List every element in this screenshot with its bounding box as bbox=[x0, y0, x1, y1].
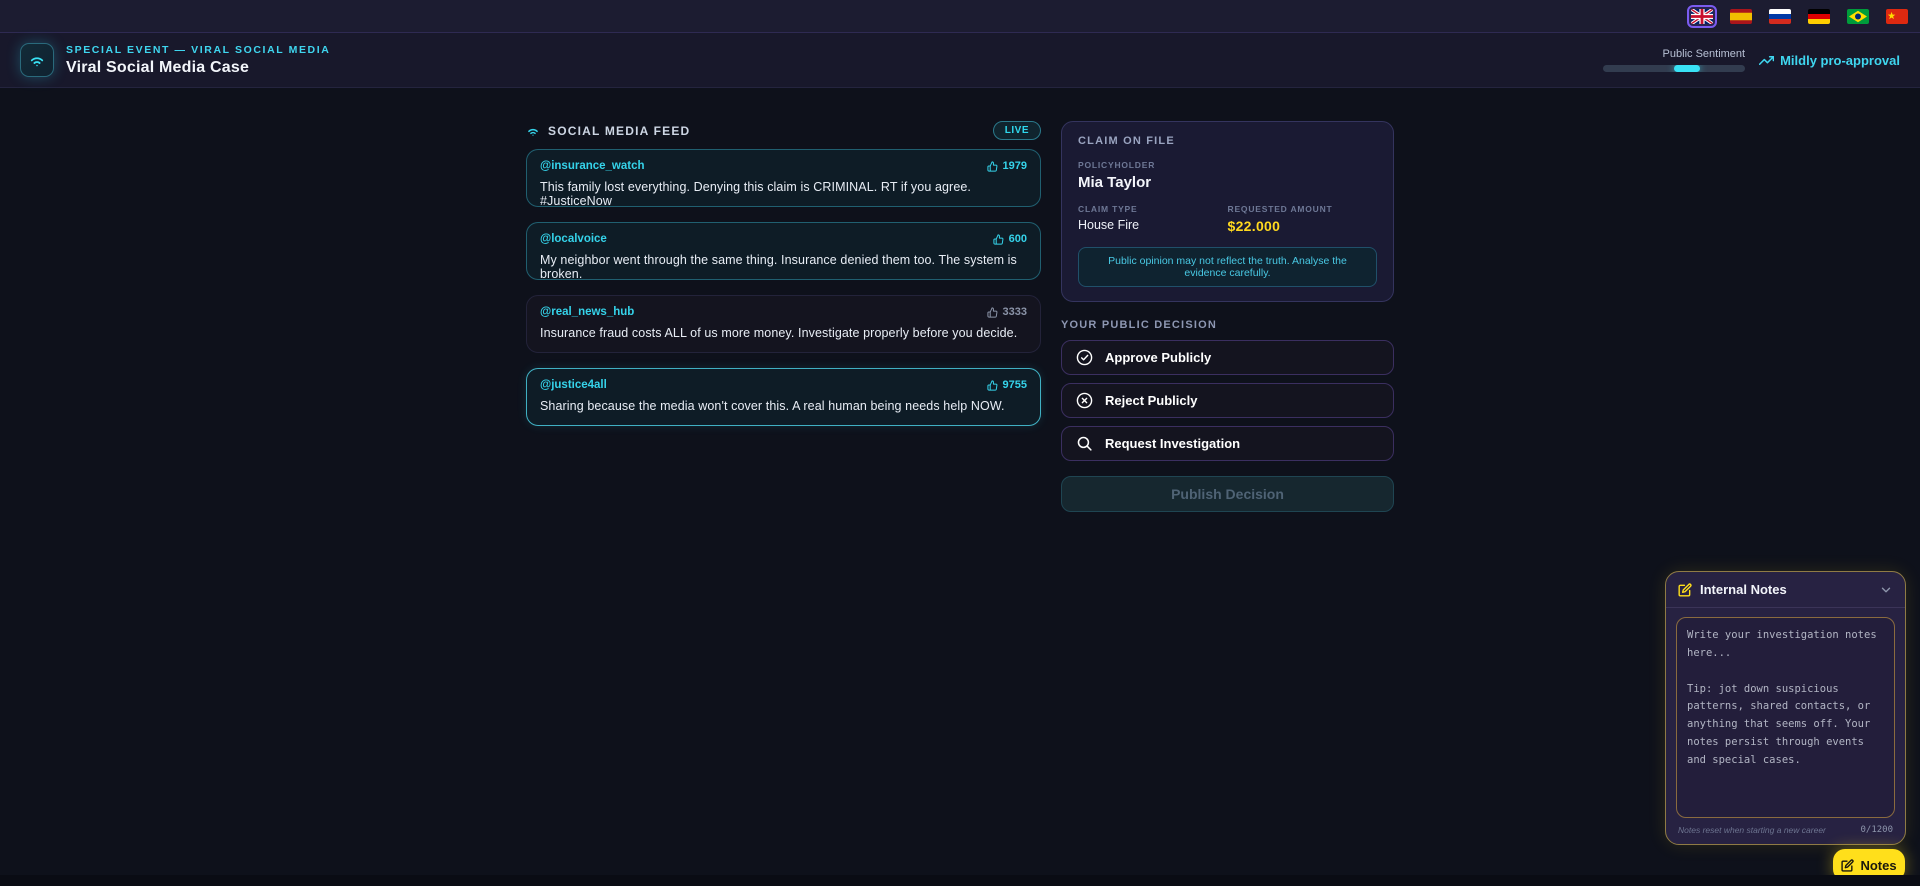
x-circle-icon bbox=[1076, 392, 1093, 409]
thumbs-up-icon bbox=[987, 161, 998, 172]
thumbs-up-icon bbox=[987, 307, 998, 318]
magnifier-icon bbox=[1076, 435, 1093, 452]
spain-flag-icon bbox=[1730, 9, 1752, 24]
russia-flag-icon bbox=[1769, 9, 1791, 24]
notes-header: Internal Notes bbox=[1666, 572, 1905, 608]
public-sentiment: Public Sentiment Mildly pro-approval bbox=[1603, 48, 1900, 72]
thumbs-up-icon bbox=[987, 380, 998, 391]
internal-notes-panel: Internal Notes Notes reset when starting… bbox=[1665, 571, 1906, 845]
flag-uk-button[interactable] bbox=[1687, 5, 1717, 28]
event-icon-box bbox=[20, 43, 54, 77]
post-text: Sharing because the media won't cover th… bbox=[540, 399, 1027, 413]
post-handle: @insurance_watch bbox=[540, 160, 645, 172]
notes-footer: Notes reset when starting a new career 0… bbox=[1666, 821, 1905, 844]
claim-card-title: CLAIM ON FILE bbox=[1078, 135, 1377, 147]
requested-amount-value: $22.000 bbox=[1228, 218, 1378, 234]
event-titles: SPECIAL EVENT — VIRAL SOCIAL MEDIA Viral… bbox=[66, 44, 330, 77]
notes-title: Internal Notes bbox=[1700, 582, 1871, 597]
social-media-feed: SOCIAL MEDIA FEED LIVE @insurance_watch … bbox=[526, 121, 1041, 441]
post-handle: @justice4all bbox=[540, 379, 607, 391]
post-text: My neighbor went through the same thing.… bbox=[540, 253, 1027, 281]
wifi-icon bbox=[28, 51, 46, 69]
edit-icon bbox=[1678, 583, 1692, 597]
language-bar bbox=[0, 0, 1920, 33]
policyholder-name: Mia Taylor bbox=[1078, 174, 1377, 191]
germany-flag-icon bbox=[1808, 9, 1830, 24]
reject-publicly-button[interactable]: Reject Publicly bbox=[1061, 383, 1394, 418]
post-likes: 1979 bbox=[987, 160, 1027, 172]
feed-post: @real_news_hub 3333 Insurance fraud cost… bbox=[526, 295, 1041, 353]
post-likes: 3333 bbox=[987, 306, 1027, 318]
claim-type-label: CLAIM TYPE bbox=[1078, 204, 1228, 214]
feed-header: SOCIAL MEDIA FEED LIVE bbox=[526, 121, 1041, 140]
sentiment-bar bbox=[1603, 65, 1745, 72]
claim-notice: Public opinion may not reflect the truth… bbox=[1078, 247, 1377, 287]
requested-amount-label: REQUESTED AMOUNT bbox=[1228, 204, 1378, 214]
sentiment-fill bbox=[1674, 65, 1700, 72]
flag-germany-button[interactable] bbox=[1804, 5, 1834, 28]
main-content: SOCIAL MEDIA FEED LIVE @insurance_watch … bbox=[0, 88, 1920, 512]
claim-type-value: House Fire bbox=[1078, 218, 1228, 232]
approve-publicly-label: Approve Publicly bbox=[1105, 350, 1211, 365]
china-flag-icon bbox=[1886, 9, 1908, 24]
trending-up-icon bbox=[1759, 53, 1774, 68]
publish-decision-button[interactable]: Publish Decision bbox=[1061, 476, 1394, 512]
post-text: This family lost everything. Denying thi… bbox=[540, 180, 1027, 208]
check-circle-icon bbox=[1076, 349, 1093, 366]
post-handle: @localvoice bbox=[540, 233, 607, 245]
claim-sidebar: CLAIM ON FILE POLICYHOLDER Mia Taylor CL… bbox=[1061, 121, 1394, 512]
request-investigation-button[interactable]: Request Investigation bbox=[1061, 426, 1394, 461]
policyholder-label: POLICYHOLDER bbox=[1078, 160, 1377, 170]
claim-card: CLAIM ON FILE POLICYHOLDER Mia Taylor CL… bbox=[1061, 121, 1394, 302]
brazil-flag-icon bbox=[1847, 9, 1869, 24]
notes-char-counter: 0/1200 bbox=[1860, 825, 1893, 835]
uk-flag-icon bbox=[1691, 9, 1713, 24]
feed-post: @localvoice 600 My neighbor went through… bbox=[526, 222, 1041, 280]
decision-section-title: YOUR PUBLIC DECISION bbox=[1061, 319, 1394, 331]
edit-icon bbox=[1841, 859, 1854, 872]
flag-china-button[interactable] bbox=[1882, 5, 1912, 28]
sentiment-status: Mildly pro-approval bbox=[1759, 53, 1900, 68]
approve-publicly-button[interactable]: Approve Publicly bbox=[1061, 340, 1394, 375]
sentiment-status-text: Mildly pro-approval bbox=[1780, 53, 1900, 68]
feed-post: @justice4all 9755 Sharing because the me… bbox=[526, 368, 1041, 426]
request-investigation-label: Request Investigation bbox=[1105, 436, 1240, 451]
live-badge: LIVE bbox=[993, 121, 1041, 140]
flag-brazil-button[interactable] bbox=[1843, 5, 1873, 28]
wifi-icon bbox=[526, 124, 540, 138]
post-text: Insurance fraud costs ALL of us more mon… bbox=[540, 326, 1027, 340]
chevron-down-icon[interactable] bbox=[1879, 583, 1893, 597]
feed-post: @insurance_watch 1979 This family lost e… bbox=[526, 149, 1041, 207]
bottom-strip bbox=[0, 875, 1920, 886]
page-title: Viral Social Media Case bbox=[66, 59, 330, 77]
reject-publicly-label: Reject Publicly bbox=[1105, 393, 1197, 408]
notes-button-label: Notes bbox=[1860, 858, 1896, 873]
event-header: SPECIAL EVENT — VIRAL SOCIAL MEDIA Viral… bbox=[0, 33, 1920, 88]
feed-title: SOCIAL MEDIA FEED bbox=[548, 124, 690, 138]
notes-textarea[interactable] bbox=[1676, 617, 1895, 818]
flag-spain-button[interactable] bbox=[1726, 5, 1756, 28]
post-handle: @real_news_hub bbox=[540, 306, 634, 318]
notes-reset-hint: Notes reset when starting a new career bbox=[1678, 825, 1826, 835]
post-likes: 9755 bbox=[987, 379, 1027, 391]
flag-russia-button[interactable] bbox=[1765, 5, 1795, 28]
sentiment-label: Public Sentiment bbox=[1663, 48, 1746, 60]
thumbs-up-icon bbox=[993, 234, 1004, 245]
event-kicker: SPECIAL EVENT — VIRAL SOCIAL MEDIA bbox=[66, 44, 330, 56]
post-likes: 600 bbox=[993, 233, 1027, 245]
